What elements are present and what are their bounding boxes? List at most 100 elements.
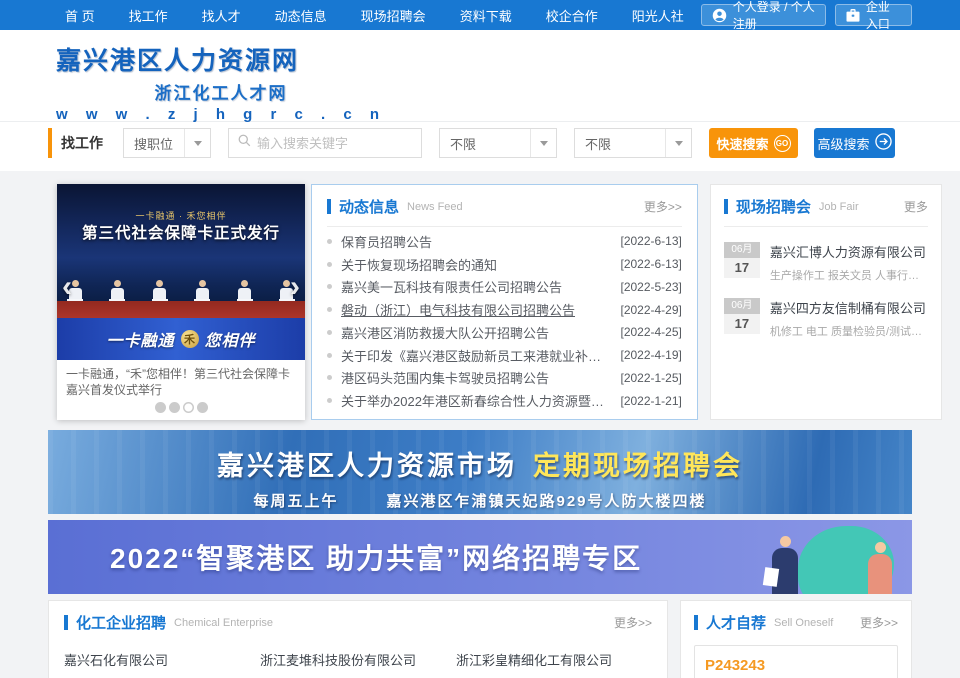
carousel-dot[interactable] [155,402,166,413]
go-icon: GO [774,135,791,152]
news-item[interactable]: 关于印发《嘉兴港区鼓励新员工来港就业补助操作... [2022-4-19] [327,344,682,366]
advanced-search-label: 高级搜索 [817,134,869,153]
top-nav-inner: 首 页 找工作 找人才 动态信息 现场招聘会 资料下载 校企合作 阳光人社 个人登录 / 个人… [48,0,912,30]
news-item-title: 嘉兴美一瓦科技有限责任公司招聘公告 [341,277,610,296]
news-item-date: [2022-4-25] [620,325,681,339]
news-item[interactable]: 嘉兴美一瓦科技有限责任公司招聘公告 [2022-5-23] [327,276,682,298]
nav-link[interactable]: 现场招聘会 [361,6,426,25]
bullet-icon [327,284,332,289]
nav-link[interactable]: 找人才 [202,6,241,25]
nav-link[interactable]: 校企合作 [546,6,598,25]
search-input[interactable] [257,136,412,151]
bullet-icon [327,375,332,380]
news-more-link[interactable]: 更多>> [644,198,682,215]
news-item-date: [2022-4-19] [620,348,681,362]
news-list: 保育员招聘公告 [2022-6-13] 关于恢复现场招聘会的通知 [2022-6… [327,230,682,412]
arrow-circle-icon [875,133,892,153]
job-fair-panel: 现场招聘会 Job Fair 更多 06月 17 嘉兴汇博人力资源有限公司 生产… [710,184,942,420]
news-item[interactable]: 嘉兴港区消防救援大队公开招聘公告 [2022-4-25] [327,321,682,343]
site-title: 嘉兴港区人力资源网 [56,41,386,77]
bullet-icon [327,262,332,267]
chemical-enterprise-panel: 化工企业招聘 Chemical Enterprise 更多>> 嘉兴石化有限公司… [48,600,668,678]
talent-title: 人才自荐 [706,612,766,633]
bullet-icon [327,239,332,244]
chemical-subtitle: Chemical Enterprise [174,617,273,629]
news-item-title: 港区码头范围内集卡驾驶员招聘公告 [341,368,610,387]
filter-select-1[interactable]: 不限 [439,128,557,158]
divider [724,226,928,227]
news-item[interactable]: 关于举办2022年港区新春综合性人力资源暨春风... [2022-1-21] [327,390,682,412]
bullet-icon [327,330,332,335]
job-fair-subtitle: Job Fair [819,201,859,213]
filter-select-2[interactable]: 不限 [574,128,692,158]
filter-1-value: 不限 [450,134,530,153]
banner1-schedule: 每周五上午 [253,493,338,510]
banner1-title-white: 嘉兴港区人力资源市场 [217,451,517,481]
carousel-dot[interactable] [183,402,194,413]
job-category-value: 搜职位 [134,134,184,153]
banner1-address: 嘉兴港区乍浦镇天妃路929号人防大楼四楼 [386,493,706,510]
search-strip: 找工作 搜职位 不限 不限 快速搜索 GO 高级搜索 [0,122,960,171]
news-item[interactable]: 磐动（浙江）电气科技有限公司招聘公告 [2022-4-29] [327,299,682,321]
accent-mark [48,128,52,158]
news-item-date: [2022-1-21] [620,394,681,408]
talent-panel: 人才自荐 Sell Oneself 更多>> P243243 男 ｜ 嘉兴市-嘉… [680,600,912,678]
chemical-company-item[interactable]: 浙江彩皇精细化工有限公司 普工（制造科） 营业担当 [456,650,652,678]
site-logo[interactable]: 嘉兴港区人力资源网 浙江化工人才网 w w w . z j h g r c . … [56,41,386,123]
date-badge-month: 06月 [724,242,760,258]
job-category-select[interactable]: 搜职位 [123,128,211,158]
date-badge-day: 17 [724,314,760,334]
news-item-title: 关于恢复现场招聘会的通知 [341,255,610,274]
talent-card[interactable]: P243243 男 ｜ 嘉兴市-嘉兴港区 ｜ 八年以上 [694,645,898,678]
search-section-label: 找工作 [61,133,103,153]
chemical-company-list: 嘉兴石化有限公司 工艺员 设备管理 警卫（残疾工） 浙江麦堆科技股份有限公司 销… [64,650,652,678]
quick-search-button[interactable]: 快速搜索 GO [709,128,798,158]
chemical-title: 化工企业招聘 [76,612,166,633]
talent-more-link[interactable]: 更多>> [860,614,898,631]
news-item-date: [2022-1-25] [620,371,681,385]
briefcase-icon [846,9,860,22]
chevron-down-icon [530,129,556,157]
news-feed-title: 动态信息 [339,196,399,217]
carousel-next-icon[interactable]: › [290,272,300,302]
carousel-caption[interactable]: 一卡融通，“禾”您相伴！第三代社会保障卡嘉兴首发仪式举行 [57,360,305,398]
chemical-company-item[interactable]: 浙江麦堆科技股份有限公司 销售专员 会计 土建主管 [260,650,456,678]
nav-link[interactable]: 动态信息 [275,6,327,25]
carousel-prev-icon[interactable]: ‹ [62,272,72,302]
personal-login-button[interactable]: 个人登录 / 个人注册 [701,4,826,26]
keyword-search-box[interactable] [228,128,422,158]
search-icon [238,134,257,152]
talent-subtitle: Sell Oneself [774,617,833,629]
section-accent-bar [694,615,698,630]
chemical-more-link[interactable]: 更多>> [614,614,652,631]
nav-link[interactable]: 找工作 [129,6,168,25]
news-item-date: [2022-6-13] [620,257,681,271]
advanced-search-button[interactable]: 高级搜索 [814,128,895,158]
site-header: 嘉兴港区人力资源网 浙江化工人才网 w w w . z j h g r c . … [0,30,960,122]
banner1-title-yellow: 定期现场招聘会 [533,451,743,481]
divider [327,226,682,227]
nav-link[interactable]: 阳光人社 [632,6,684,25]
talent-code: P243243 [705,657,887,674]
online-recruitment-banner[interactable]: 2022“智聚港区 助力共富”网络招聘专区 [48,520,912,594]
carousel-dot[interactable] [169,402,180,413]
job-fair-more-link[interactable]: 更多 [904,198,928,215]
carousel-dot[interactable] [197,402,208,413]
news-item[interactable]: 关于恢复现场招聘会的通知 [2022-6-13] [327,253,682,275]
enterprise-entry-button[interactable]: 企业入口 [835,4,912,26]
job-fair-banner[interactable]: 嘉兴港区人力资源市场定期现场招聘会 每周五上午 嘉兴港区乍浦镇天妃路929号人防大… [48,430,912,514]
news-item[interactable]: 保育员招聘公告 [2022-6-13] [327,230,682,252]
news-item-title: 嘉兴港区消防救援大队公开招聘公告 [341,323,610,342]
nav-link[interactable]: 资料下载 [460,6,512,25]
news-item[interactable]: 港区码头范围内集卡驾驶员招聘公告 [2022-1-25] [327,367,682,389]
personal-login-label: 个人登录 / 个人注册 [733,0,815,32]
news-feed-subtitle: News Feed [407,201,463,213]
nav-link[interactable]: 首 页 [65,6,95,25]
job-fair-item[interactable]: 06月 17 嘉兴汇博人力资源有限公司 生产操作工 报关文员 人事行政助理… [724,242,928,283]
nav-account-area: 个人登录 / 个人注册 企业入口 [701,4,912,26]
chemical-company-item[interactable]: 嘉兴石化有限公司 工艺员 设备管理 警卫（残疾工） [64,650,260,678]
date-badge: 06月 17 [724,298,760,339]
news-item-date: [2022-5-23] [620,280,681,294]
carousel-slide[interactable]: 一卡融通 · 禾您相伴 第三代社会保障卡正式发行 一卡融通 禾 您相伴 ‹ [57,184,305,360]
job-fair-item[interactable]: 06月 17 嘉兴四方友信制桶有限公司 机修工 电工 质量检验员/测试员 叉车… [724,298,928,339]
